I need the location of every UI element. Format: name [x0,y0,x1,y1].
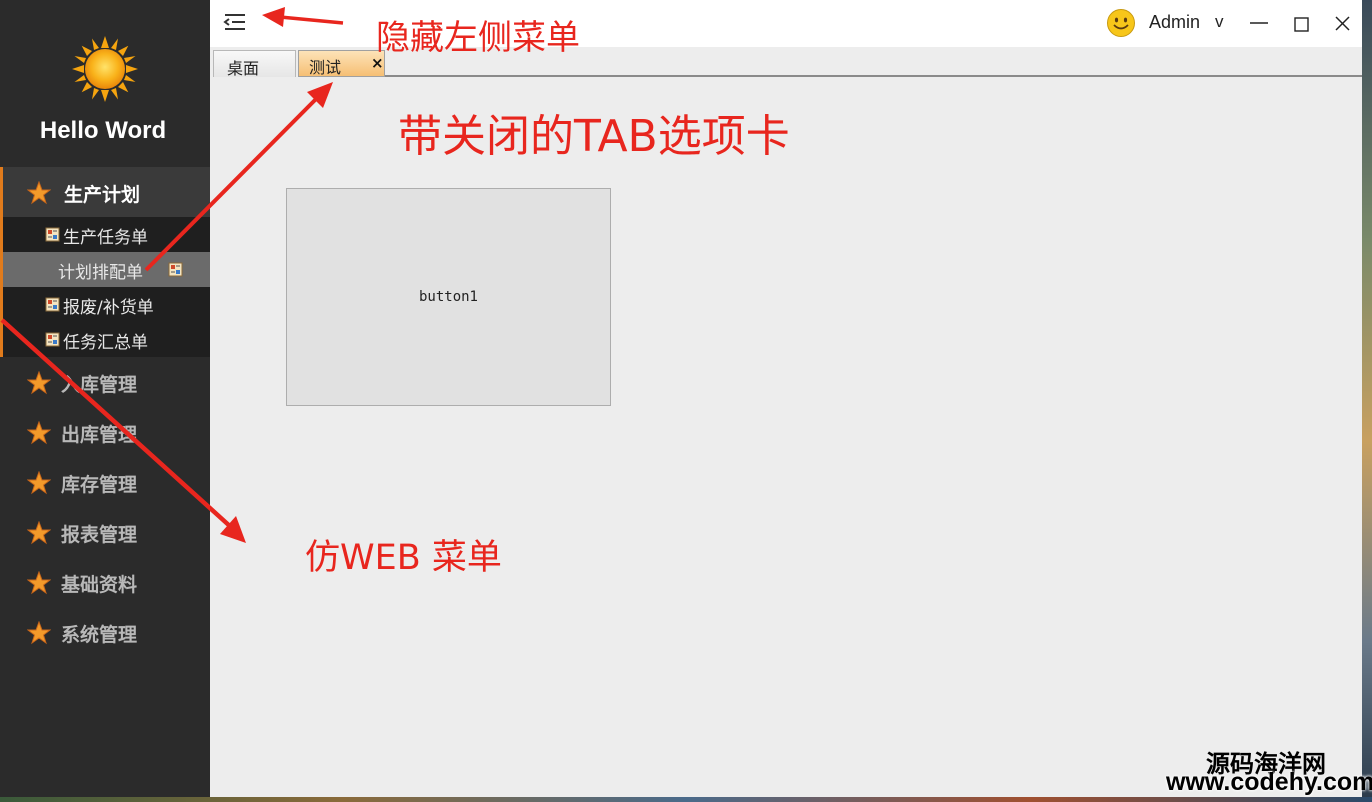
button1[interactable]: button1 [286,188,611,406]
maximize-icon[interactable] [1288,10,1314,36]
tab-label: 测试 [309,58,342,77]
sidebar-item-plan-schedule[interactable]: 计划排配单 [3,252,210,287]
user-menu-caret[interactable]: v [1215,12,1224,32]
form-icon [45,332,60,347]
annotation-closable-tabs: 带关闭的TAB选项卡 [398,111,790,162]
sidebar-group-label: 入库管理 [61,374,138,396]
smiley-icon[interactable] [1106,8,1136,38]
desktop-background-right [1362,0,1372,802]
star-icon [27,621,51,645]
sidebar-group-production-plan[interactable]: 生产计划 [0,167,210,217]
user-name[interactable]: Admin [1149,12,1200,33]
tab-divider [385,75,1362,77]
sidebar-group-inventory[interactable]: 库存管理 [0,457,210,507]
sidebar-group-label: 出库管理 [61,424,138,446]
sidebar-group-label: 库存管理 [61,474,138,496]
star-icon [27,181,51,205]
sidebar-group-inbound[interactable]: 入库管理 [0,357,210,407]
star-icon [27,421,51,445]
sidebar-item-scrap-replenish[interactable]: 报废/补货单 [3,287,210,322]
tab-test[interactable]: 测试 × [298,50,385,77]
star-icon [27,571,51,595]
sidebar-group-label: 系统管理 [61,624,138,646]
sidebar-group-basic-data[interactable]: 基础资料 [0,557,210,607]
annotation-web-menu: 仿WEB 菜单 [305,538,502,578]
form-icon [168,262,183,277]
sidebar-item-label: 生产任务单 [63,228,148,248]
sidebar-group-label: 报表管理 [61,524,138,546]
sidebar-item-label: 计划排配单 [58,263,143,283]
sidebar: Hello Word 生产计划 生产任务单 计划排配单 报废/补货单 任务汇总单… [0,0,210,797]
app-title: Hello Word [39,117,167,144]
sidebar-group-system[interactable]: 系统管理 [0,607,210,657]
star-icon [27,471,51,495]
sidebar-group-label: 生产计划 [64,184,141,206]
annotation-hide-menu: 隐藏左侧菜单 [376,18,580,58]
tab-desktop[interactable]: 桌面 [213,50,296,78]
sidebar-item-label: 任务汇总单 [63,333,148,353]
form-icon [45,297,60,312]
star-icon [27,371,51,395]
form-icon [45,227,60,242]
sidebar-item-task-summary[interactable]: 任务汇总单 [3,322,210,357]
star-icon [27,521,51,545]
sidebar-submenu: 生产任务单 计划排配单 报废/补货单 任务汇总单 [0,217,210,357]
sidebar-group-label: 基础资料 [61,574,138,596]
collapse-menu-icon[interactable] [221,12,247,32]
close-icon[interactable] [1330,10,1356,36]
tab-label: 桌面 [227,59,260,78]
sidebar-item-label: 报废/补货单 [63,298,154,318]
sun-logo-icon [72,36,138,102]
sidebar-item-production-task[interactable]: 生产任务单 [3,217,210,252]
desktop-background-bottom [0,797,1372,802]
minimize-icon[interactable] [1246,10,1272,36]
sidebar-group-outbound[interactable]: 出库管理 [0,407,210,457]
watermark-site-url: www.codehy.com [1166,768,1372,796]
sidebar-group-reports[interactable]: 报表管理 [0,507,210,557]
